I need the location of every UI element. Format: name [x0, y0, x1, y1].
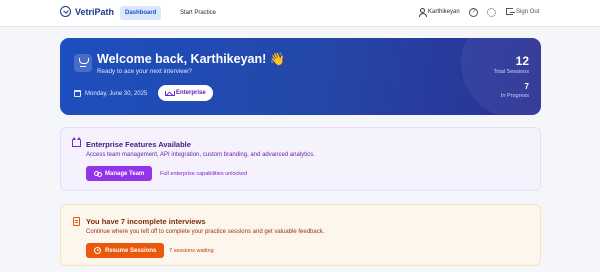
manage-team-button[interactable]: Manage Team: [86, 166, 153, 181]
top-nav: VetriPath Dashboard Start Practice Karth…: [0, 0, 600, 27]
help-circle-icon[interactable]: ?: [469, 8, 478, 17]
calendar-icon: [74, 90, 81, 97]
crown-icon: [165, 90, 175, 96]
incomplete-interviews-card: You have 7 incomplete interviews Continu…: [60, 204, 541, 266]
in-progress-value: 7: [524, 82, 529, 91]
brand[interactable]: VetriPath: [60, 6, 114, 17]
resume-sessions-button[interactable]: Resume Sessions: [86, 243, 165, 258]
user-icon: [418, 8, 427, 17]
plan-badge: Enterprise: [158, 85, 213, 101]
manage-team-label: Manage Team: [105, 170, 145, 177]
total-sessions-label: Total Sessions: [493, 69, 529, 75]
total-sessions-value: 12: [515, 54, 529, 68]
welcome-title: Welcome back, Karthikeyan! 👋: [97, 52, 286, 66]
welcome-subtitle: Ready to ace your next interview?: [97, 68, 192, 75]
user-name: Karthikeyan: [428, 9, 460, 15]
date-text: Monday, June 30, 2025: [85, 90, 148, 97]
trophy-icon: [74, 54, 92, 72]
incomplete-card-description: Continue where you left off to complete …: [86, 229, 325, 235]
welcome-banner: Welcome back, Karthikeyan! 👋 Ready to ac…: [60, 38, 541, 115]
enterprise-card-description: Access team management, API integration,…: [86, 152, 315, 158]
incomplete-card-title: You have 7 incomplete interviews: [86, 217, 206, 226]
sign-out-icon: [506, 8, 515, 15]
tab-dashboard[interactable]: Dashboard: [120, 6, 162, 20]
brand-name: VetriPath: [75, 6, 115, 17]
sign-out-button[interactable]: Sign Out: [506, 8, 539, 15]
current-date: Monday, June 30, 2025: [74, 90, 147, 97]
enterprise-card-title: Enterprise Features Available: [86, 140, 191, 149]
incomplete-note: 7 sessions waiting: [169, 248, 214, 254]
play-icon: [94, 247, 101, 254]
crown-icon: [72, 137, 81, 147]
in-progress-label: In Progress: [500, 93, 529, 99]
enterprise-note: Full enterprise capabilities unlocked: [160, 171, 248, 177]
sign-out-label: Sign Out: [516, 8, 540, 15]
user-menu[interactable]: Karthikeyan: [418, 8, 460, 17]
enterprise-features-card: Enterprise Features Available Access tea…: [60, 127, 541, 191]
tab-start-practice[interactable]: Start Practice: [175, 6, 221, 20]
plan-badge-label: Enterprise: [176, 90, 206, 96]
users-icon: [94, 170, 102, 177]
brand-logo-icon: [60, 6, 71, 17]
clipboard-icon: [73, 217, 80, 226]
resume-sessions-label: Resume Sessions: [105, 247, 157, 254]
gear-icon[interactable]: [487, 8, 496, 17]
banner-decoration: [461, 38, 541, 115]
